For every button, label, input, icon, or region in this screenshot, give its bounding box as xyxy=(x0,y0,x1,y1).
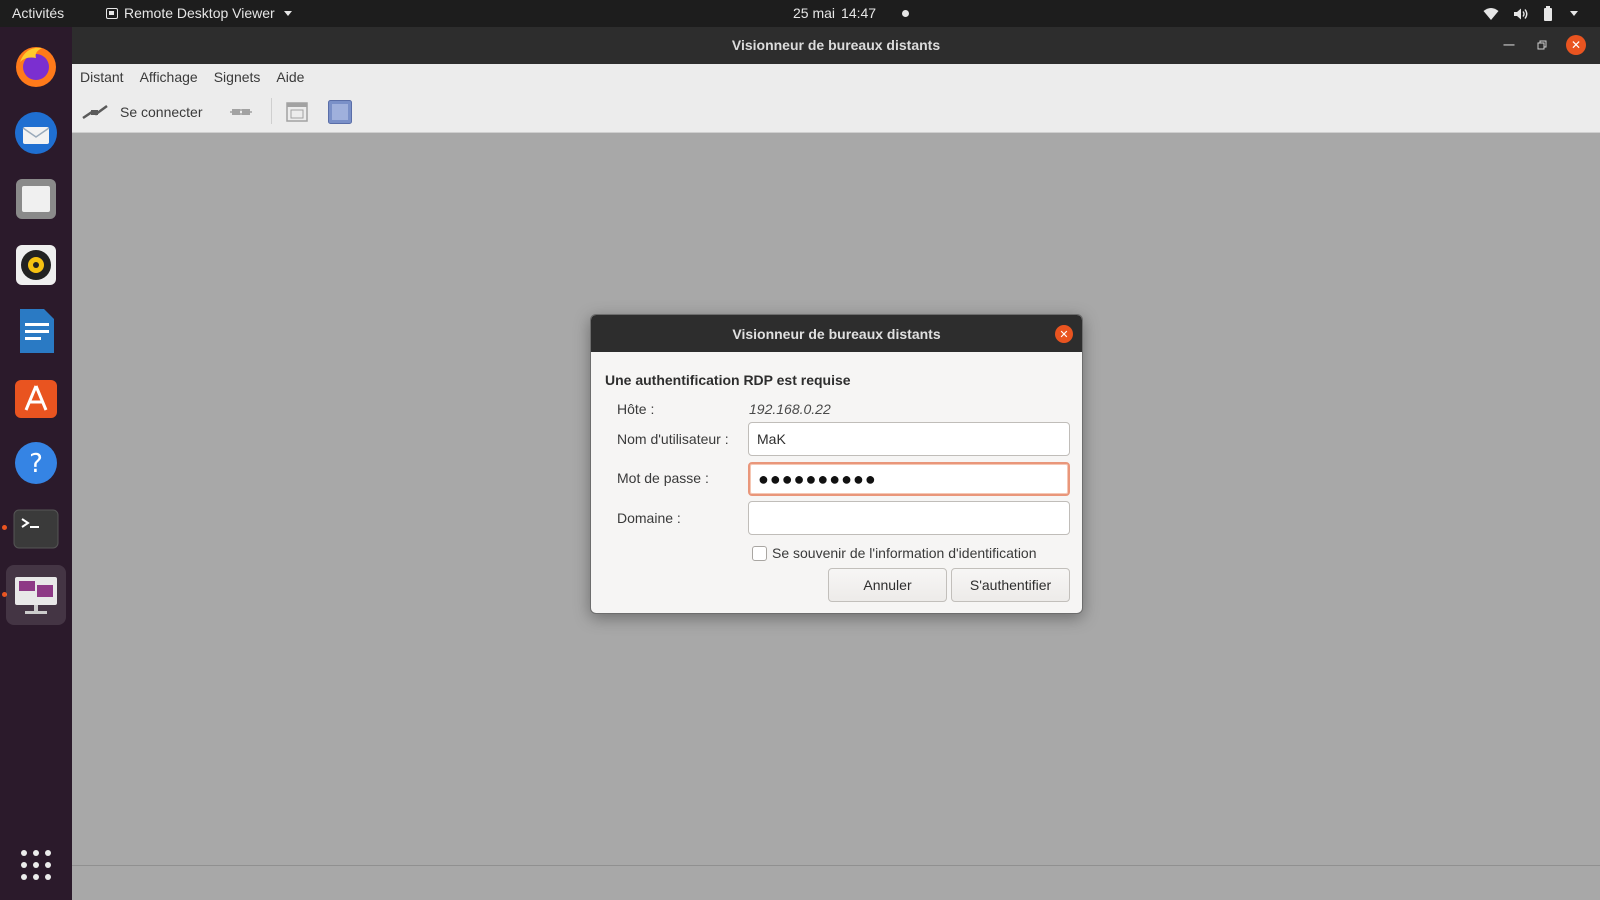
software-icon xyxy=(15,380,57,418)
scale-icon xyxy=(328,100,352,124)
plug-disconnect-icon xyxy=(230,109,252,115)
notification-dot-icon xyxy=(902,9,910,17)
remember-checkbox[interactable] xyxy=(752,545,767,561)
window-close-button[interactable]: ✕ xyxy=(1566,35,1586,55)
username-field[interactable]: MaK xyxy=(748,422,1070,456)
dock-rhythmbox[interactable] xyxy=(6,235,66,295)
dock-firefox[interactable] xyxy=(6,36,66,96)
username-value: MaK xyxy=(757,431,786,447)
authenticate-button-label: S'authentifier xyxy=(969,577,1052,593)
help-icon: ? xyxy=(15,442,57,484)
domain-label: Domaine : xyxy=(617,510,681,526)
scale-toggle-button[interactable] xyxy=(328,99,352,125)
menu-bar: Distant Affichage Signets Aide xyxy=(72,64,1600,90)
window-titlebar[interactable]: Visionneur de bureaux distants — ✕ xyxy=(72,27,1600,64)
connect-button[interactable]: Se connecter xyxy=(82,99,203,125)
dock-help[interactable]: ? xyxy=(6,433,66,493)
system-tray[interactable] xyxy=(1483,6,1578,21)
activities-button[interactable]: Activités xyxy=(12,5,64,21)
close-icon: ✕ xyxy=(1059,328,1069,341)
rhythmbox-icon xyxy=(16,245,56,285)
chevron-down-icon xyxy=(1570,11,1578,16)
remember-label: Se souvenir de l'information d'identific… xyxy=(772,545,1037,561)
dialog-heading: Une authentification RDP est requise xyxy=(605,372,851,388)
host-label: Hôte : xyxy=(617,401,655,417)
dialog-close-button[interactable]: ✕ xyxy=(1055,325,1073,343)
dock: ? xyxy=(0,27,72,900)
fullscreen-button[interactable] xyxy=(286,99,308,125)
close-icon: ✕ xyxy=(1570,38,1582,52)
dock-terminal[interactable] xyxy=(6,499,66,559)
menu-aide[interactable]: Aide xyxy=(276,69,304,85)
status-bar xyxy=(72,865,1600,900)
password-field[interactable]: ●●●●●●●●●● xyxy=(748,462,1070,496)
clock[interactable]: 25 mai 14:47 xyxy=(793,5,910,21)
remote-desktop-app-icon xyxy=(106,7,118,19)
app-menu-label: Remote Desktop Viewer xyxy=(124,5,275,21)
remote-desktop-icon xyxy=(15,577,57,614)
thunderbird-icon xyxy=(15,112,57,154)
minimize-icon: — xyxy=(1503,39,1515,51)
toolbar-separator xyxy=(271,98,272,124)
top-bar: Activités Remote Desktop Viewer 25 mai 1… xyxy=(0,0,1600,27)
dock-show-apps[interactable] xyxy=(6,835,66,895)
domain-field[interactable] xyxy=(748,501,1070,535)
plug-connect-icon xyxy=(82,104,108,120)
password-label: Mot de passe : xyxy=(617,470,709,486)
svg-text:?: ? xyxy=(29,449,43,479)
files-icon xyxy=(16,179,56,219)
connect-button-label: Se connecter xyxy=(120,104,203,120)
clock-time: 14:47 xyxy=(841,5,877,21)
volume-icon xyxy=(1514,8,1528,19)
remember-credentials-row[interactable]: Se souvenir de l'information d'identific… xyxy=(752,545,1037,561)
app-grid-icon xyxy=(21,850,51,880)
cancel-button[interactable]: Annuler xyxy=(828,568,947,602)
dock-writer[interactable] xyxy=(6,301,66,361)
disconnect-button[interactable] xyxy=(230,99,252,125)
maximize-button[interactable] xyxy=(1532,35,1552,55)
dock-software[interactable] xyxy=(6,367,66,427)
writer-icon xyxy=(20,309,54,353)
restore-icon xyxy=(1537,40,1547,50)
dock-files[interactable] xyxy=(6,169,66,229)
cancel-button-label: Annuler xyxy=(863,577,912,593)
app-menu[interactable]: Remote Desktop Viewer xyxy=(106,5,292,21)
window-title: Visionneur de bureaux distants xyxy=(731,37,941,53)
dialog-title: Visionneur de bureaux distants xyxy=(732,326,941,342)
minimize-button[interactable]: — xyxy=(1499,35,1519,55)
toolbar: Se connecter xyxy=(72,90,1600,133)
rdp-auth-dialog: Visionneur de bureaux distants ✕ Une aut… xyxy=(590,314,1083,614)
authenticate-button[interactable]: S'authentifier xyxy=(951,568,1070,602)
chevron-down-icon xyxy=(283,10,292,16)
dock-thunderbird[interactable] xyxy=(6,103,66,163)
wifi-icon xyxy=(1483,7,1499,20)
battery-icon xyxy=(1544,6,1552,21)
fullscreen-icon xyxy=(286,102,308,122)
terminal-icon xyxy=(13,509,59,549)
menu-affichage[interactable]: Affichage xyxy=(140,69,198,85)
password-value: ●●●●●●●●●● xyxy=(758,469,877,489)
username-label: Nom d'utilisateur : xyxy=(617,431,729,447)
host-value: 192.168.0.22 xyxy=(749,401,831,417)
menu-distant[interactable]: Distant xyxy=(80,69,124,85)
clock-date: 25 mai xyxy=(793,5,836,21)
dialog-titlebar[interactable]: Visionneur de bureaux distants ✕ xyxy=(591,315,1082,352)
menu-signets[interactable]: Signets xyxy=(214,69,261,85)
firefox-icon xyxy=(16,47,56,87)
dock-remote-desktop[interactable] xyxy=(6,565,66,625)
